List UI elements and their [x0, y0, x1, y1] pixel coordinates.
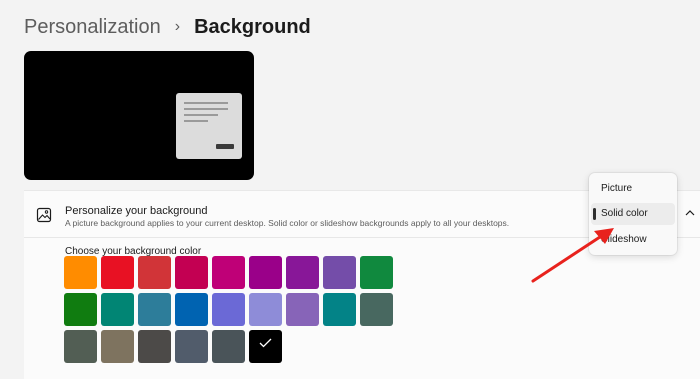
- breadcrumb-personalization[interactable]: Personalization: [24, 16, 161, 39]
- color-swatch[interactable]: [286, 256, 319, 289]
- dropdown-option-solid-color-label: Solid color: [601, 208, 648, 219]
- color-swatch[interactable]: [323, 293, 356, 326]
- background-type-dropdown[interactable]: Picture Solid color Slideshow: [589, 173, 677, 255]
- color-swatch[interactable]: [64, 330, 97, 363]
- color-swatch[interactable]: [286, 293, 319, 326]
- color-swatch[interactable]: [101, 256, 134, 289]
- checkmark-icon: [259, 338, 272, 348]
- desktop-preview: [24, 51, 254, 180]
- color-swatch[interactable]: [101, 330, 134, 363]
- preview-window-illustration: [176, 93, 242, 159]
- color-swatch[interactable]: [101, 293, 134, 326]
- card-title: Personalize your background: [65, 205, 208, 217]
- card-description: A picture background applies to your cur…: [65, 218, 510, 228]
- chevron-up-icon[interactable]: [685, 209, 695, 217]
- color-swatch[interactable]: [249, 256, 282, 289]
- color-swatch[interactable]: [64, 256, 97, 289]
- color-swatch[interactable]: [360, 293, 393, 326]
- color-swatch[interactable]: [212, 293, 245, 326]
- color-swatch[interactable]: [138, 256, 171, 289]
- color-swatch[interactable]: [138, 293, 171, 326]
- color-swatch[interactable]: [175, 256, 208, 289]
- dropdown-option-slideshow[interactable]: Slideshow: [591, 229, 675, 251]
- selection-indicator: [593, 208, 596, 220]
- color-swatch[interactable]: [212, 330, 245, 363]
- color-swatch[interactable]: [212, 256, 245, 289]
- settings-page: Personalization › Background Personalize…: [0, 0, 700, 379]
- breadcrumb-separator: ›: [174, 18, 181, 35]
- dropdown-option-picture[interactable]: Picture: [591, 178, 675, 200]
- breadcrumb: Personalization › Background: [24, 12, 311, 42]
- preview-button-illustration: [216, 144, 234, 149]
- color-swatch[interactable]: [323, 256, 356, 289]
- color-swatch-grid: [64, 256, 394, 366]
- color-swatch[interactable]: [64, 293, 97, 326]
- color-swatch[interactable]: [138, 330, 171, 363]
- color-swatch[interactable]: [249, 293, 282, 326]
- picture-icon: [36, 207, 52, 223]
- color-swatch[interactable]: [175, 330, 208, 363]
- color-swatch[interactable]: [175, 293, 208, 326]
- color-swatch-selected[interactable]: [249, 330, 282, 363]
- dropdown-option-solid-color[interactable]: Solid color: [591, 203, 675, 225]
- color-swatch[interactable]: [360, 256, 393, 289]
- page-title: Background: [194, 15, 311, 38]
